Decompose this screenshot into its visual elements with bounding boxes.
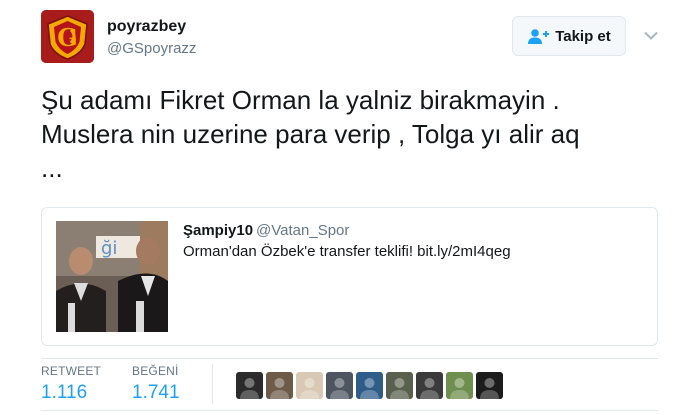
liker-avatars — [236, 372, 503, 399]
liker-avatar-1[interactable] — [236, 372, 263, 399]
person-silhouette-icon — [480, 378, 499, 399]
retweet-label: RETWEET — [41, 364, 102, 378]
stats-divider-bottom — [41, 410, 658, 411]
photo-two-men-image: ği — [56, 221, 168, 332]
stats-divider-top — [41, 358, 658, 359]
tweet-text: Şu adamı Fikret Orman la yalniz birakmay… — [41, 85, 580, 183]
like-count: 1.741 — [132, 382, 180, 403]
person-silhouette-icon — [240, 378, 259, 399]
person-silhouette-icon — [450, 378, 469, 399]
liker-avatar-3[interactable] — [296, 372, 323, 399]
author-handle[interactable]: @GSpoyrazz — [107, 40, 196, 57]
follow-button-label: Takip et — [555, 27, 611, 45]
backdrop-text: ği — [101, 238, 117, 259]
person-silhouette-icon — [330, 378, 349, 399]
person-silhouette-icon — [270, 378, 289, 399]
quoted-tweet-card[interactable]: ği Şampiy10 @Vatan_Spor Orman'dan Özbek'e… — [41, 207, 658, 346]
liker-avatar-9[interactable] — [476, 372, 503, 399]
person-silhouette-icon — [360, 378, 379, 399]
liker-avatar-2[interactable] — [266, 372, 293, 399]
quoted-tweet-author-name[interactable]: Şampiy10 — [183, 222, 253, 239]
person-silhouette-icon — [300, 378, 319, 399]
follow-button[interactable]: Takip et — [512, 16, 626, 56]
quoted-tweet-author-handle[interactable]: @Vatan_Spor — [256, 222, 349, 239]
person-silhouette-icon — [390, 378, 409, 399]
add-user-icon — [528, 29, 550, 44]
avatar[interactable]: G — [41, 10, 94, 63]
retweet-stat[interactable]: RETWEET 1.116 — [41, 364, 101, 404]
quoted-tweet-text: Orman'dan Özbek'e transfer teklifi! bit.… — [183, 243, 511, 260]
quoted-tweet-header: Şampiy10 @Vatan_Spor — [183, 222, 349, 239]
like-stat[interactable]: BEĞENİ 1.741 — [132, 364, 180, 404]
liker-avatar-7[interactable] — [416, 372, 443, 399]
retweet-count: 1.116 — [41, 382, 88, 403]
tweet-menu-button[interactable] — [640, 26, 662, 44]
author-display-name[interactable]: poyrazbey — [107, 18, 186, 36]
chevron-down-icon — [644, 31, 658, 40]
liker-avatar-4[interactable] — [326, 372, 353, 399]
liker-avatar-6[interactable] — [386, 372, 413, 399]
like-label: BEĞENİ — [132, 364, 179, 378]
liker-avatar-5[interactable] — [356, 372, 383, 399]
stats-separator — [212, 364, 213, 404]
quoted-tweet-image: ği — [56, 221, 168, 332]
galatasaray-crest-icon: G — [41, 10, 94, 63]
liker-avatar-8[interactable] — [446, 372, 473, 399]
person-silhouette-icon — [420, 378, 439, 399]
